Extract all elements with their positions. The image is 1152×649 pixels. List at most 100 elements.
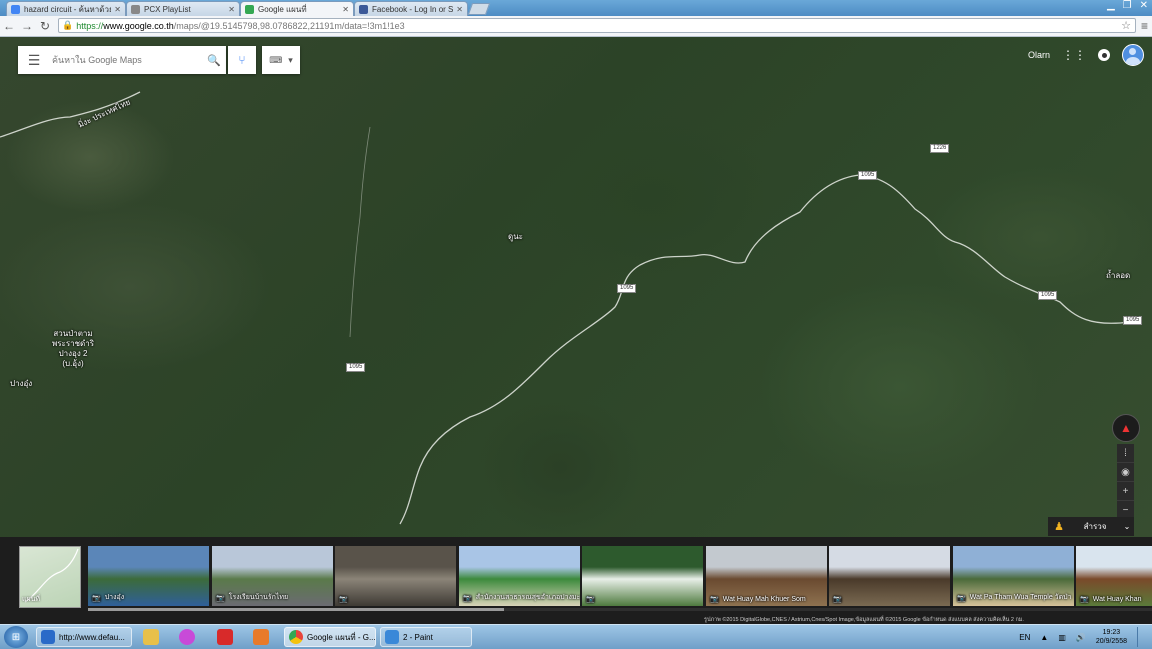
photo-thumbnail[interactable]: 📷 ปางอุ๋ง <box>88 546 209 606</box>
close-window-icon[interactable]: ✕ <box>1140 0 1148 11</box>
taskbar-ie-button[interactable]: http://www.defau... <box>36 627 132 647</box>
tilt-icon[interactable]: ⁞ <box>1117 444 1134 463</box>
close-tab-icon[interactable]: ✕ <box>114 5 121 14</box>
new-tab-button[interactable] <box>467 3 491 15</box>
photo-thumbnail[interactable]: 📷 <box>829 546 950 606</box>
minimap-label: แผนที่ <box>22 596 41 603</box>
network-icon[interactable]: ▥ <box>1058 633 1066 642</box>
strip-scrollbar[interactable] <box>88 608 504 611</box>
close-tab-icon[interactable]: ✕ <box>456 5 463 14</box>
my-location-icon[interactable]: ◉ <box>1117 463 1134 482</box>
photo-thumbnail[interactable]: 📷 Wat Huay Khan <box>1076 546 1152 606</box>
show-desktop-button[interactable] <box>1137 627 1146 647</box>
close-tab-icon[interactable]: ✕ <box>228 5 235 14</box>
photo-caption: 📷 Wat Huay Mah Khuer Som <box>710 595 806 604</box>
bookmark-star-icon[interactable]: ☆ <box>1121 19 1131 32</box>
close-tab-icon[interactable]: ✕ <box>342 5 349 14</box>
folder-icon[interactable] <box>136 627 166 647</box>
camera-icon: 📷 <box>1080 596 1089 603</box>
photo-caption: 📷 Wat Pa Tham Wua Temple วัดป่า <box>957 592 1072 603</box>
road-shield: 1226 <box>930 144 950 153</box>
photo-thumbnail[interactable]: 📷 โรงเรียนบ้านรักไทย <box>212 546 333 606</box>
address-bar[interactable]: 🔒 https:// www.google.co.th /maps/@19.51… <box>58 18 1136 33</box>
maximize-icon[interactable]: ❐ <box>1123 0 1132 11</box>
photo-thumbnail[interactable]: 📷 Wat Huay Mah Khuer Som <box>706 546 827 606</box>
input-tools-button[interactable]: ⌨ ▾ <box>262 46 300 74</box>
directions-icon: ⑂ <box>238 53 246 67</box>
lock-icon: 🔒 <box>62 20 74 30</box>
apps-grid-icon[interactable]: ⋮⋮ <box>1062 48 1086 62</box>
taskbar-label: Google แผนที่ - G... <box>307 632 376 642</box>
photo-caption: 📷 ปางอุ๋ง <box>92 592 124 603</box>
pegman-icon[interactable]: ♟ <box>1048 520 1070 533</box>
photo-caption-text: Wat Huay Khan <box>1092 595 1142 603</box>
media-player-icon[interactable] <box>246 627 276 647</box>
tab-facebook[interactable]: Facebook - Log In or Sign ✕ <box>354 1 468 16</box>
photo-thumbnail[interactable]: 📷 Wat Pa Tham Wua Temple วัดป่า <box>953 546 1074 606</box>
tray-expand-icon[interactable]: ▲ <box>1040 633 1048 642</box>
account-bar: Olarn ⋮⋮ <box>1028 44 1152 66</box>
browser-toolbar: ← → ↻ 🔒 https:// www.google.co.th /maps/… <box>0 16 1152 37</box>
user-name[interactable]: Olarn <box>1028 50 1050 60</box>
volume-icon[interactable]: 🔊 <box>1076 633 1086 642</box>
map-controls: ⁞ ◉ + − <box>1117 444 1134 520</box>
notifications-icon[interactable] <box>1098 49 1110 61</box>
directions-button[interactable]: ⑂ <box>228 46 256 74</box>
maps-favicon-icon <box>245 4 254 14</box>
back-arrow-icon[interactable]: ← <box>0 19 18 33</box>
road-shield: 1095 <box>346 363 366 372</box>
tab-hazard-circuit[interactable]: hazard circuit - ค้นหาด้วย G ✕ <box>6 1 126 16</box>
tab-pcx-playlist[interactable]: PCX PlayList ✕ <box>126 1 240 16</box>
place-label[interactable]: ปางอุ๋ง <box>10 377 32 390</box>
avatar[interactable] <box>1122 44 1144 66</box>
attribution-text: รูปภาพ ©2015 DigitalGlobe,CNES / Astrium… <box>704 617 1024 623</box>
place-label[interactable]: ถ้ำลอด <box>1106 269 1130 282</box>
minimize-icon[interactable]: ▁ <box>1107 0 1115 11</box>
camera-icon: 📷 <box>463 594 472 602</box>
taskbar-chrome-button[interactable]: Google แผนที่ - G... <box>284 627 376 647</box>
photo-thumbnail[interactable]: 📷 สำนักงานสาธารณสุขอำเภอปางมะผ้า <box>459 546 580 606</box>
place-label[interactable]: ดูนะ <box>508 230 523 243</box>
clock-date: 20/9/2558 <box>1095 638 1127 645</box>
chrome-menu-icon[interactable]: ≡ <box>1141 19 1148 33</box>
zoom-in-button[interactable]: + <box>1117 482 1134 501</box>
tab-google-maps[interactable]: Google แผนที่ ✕ <box>240 1 354 16</box>
photo-thumbnail[interactable]: 📷 <box>335 546 456 606</box>
map-mode-thumbnail[interactable]: แผนที่ <box>19 546 81 608</box>
photo-caption: 📷 <box>339 595 352 603</box>
camera-icon: 📷 <box>339 596 348 603</box>
photo-thumbnail[interactable]: 📷 <box>582 546 703 606</box>
forward-arrow-icon[interactable]: → <box>18 19 36 33</box>
language-indicator[interactable]: EN <box>1019 633 1030 642</box>
url-path: /maps/@19.5145798,98.0786822,21191m/data… <box>173 20 405 31</box>
satellite-map[interactable]: มิ่งะ ประเทศไทย สวนป่าตาม พระราชดำริ ปาง… <box>0 37 1152 537</box>
photo-caption-text: โรงเรียนบ้านรักไทย <box>228 594 289 601</box>
system-tray: EN ▲ ▥ 🔊 19:23 20/9/2558 <box>1019 627 1146 647</box>
reload-icon[interactable]: ↻ <box>36 19 54 33</box>
place-label[interactable]: สวนป่าตาม พระราชดำริ ปางอุง 2 (บ.อุ้ง) <box>50 329 96 369</box>
start-button[interactable]: ⊞ <box>4 626 28 648</box>
picasa-icon[interactable] <box>172 627 202 647</box>
search-input[interactable] <box>50 54 202 66</box>
camera-icon: 📷 <box>92 594 101 602</box>
photo-caption: 📷 สำนักงานสาธารณสุขอำเภอปางมะผ้า <box>463 592 580 603</box>
taskbar-paint-button[interactable]: 2 - Paint <box>380 627 472 647</box>
hamburger-menu-icon[interactable]: ☰ <box>18 52 50 69</box>
photo-caption: 📷 <box>833 595 846 603</box>
window-controls: ▁ ❐ ✕ <box>1107 0 1148 11</box>
photo-caption-text: Wat Pa Tham Wua Temple วัดป่า <box>969 594 1072 601</box>
windows-taskbar: ⊞ http://www.defau... Google แผนที่ - G.… <box>0 624 1152 649</box>
chevron-down-icon[interactable]: ⌄ <box>1120 522 1134 531</box>
url-scheme: https:// <box>76 20 104 31</box>
road-segment <box>399 174 1131 525</box>
compass-icon[interactable]: ▲ <box>1112 414 1140 442</box>
chevron-down-icon: ▾ <box>288 54 293 65</box>
search-icon[interactable]: 🔍 <box>202 54 226 67</box>
clock[interactable]: 19:23 20/9/2558 <box>1096 628 1127 646</box>
ie-icon <box>41 630 55 644</box>
tab-title: Facebook - Log In or Sign <box>372 4 454 14</box>
acrobat-icon[interactable] <box>210 627 240 647</box>
photo-strip: แผนที่ 📷 ปางอุ๋ง 📷 โรงเรียนบ้านรักไทย 📷 📷 สำนั… <box>0 537 1152 615</box>
explore-button[interactable]: ♟ สำรวจ ⌄ <box>1048 517 1134 536</box>
photo-caption: 📷 โรงเรียนบ้านรักไทย <box>216 592 288 603</box>
